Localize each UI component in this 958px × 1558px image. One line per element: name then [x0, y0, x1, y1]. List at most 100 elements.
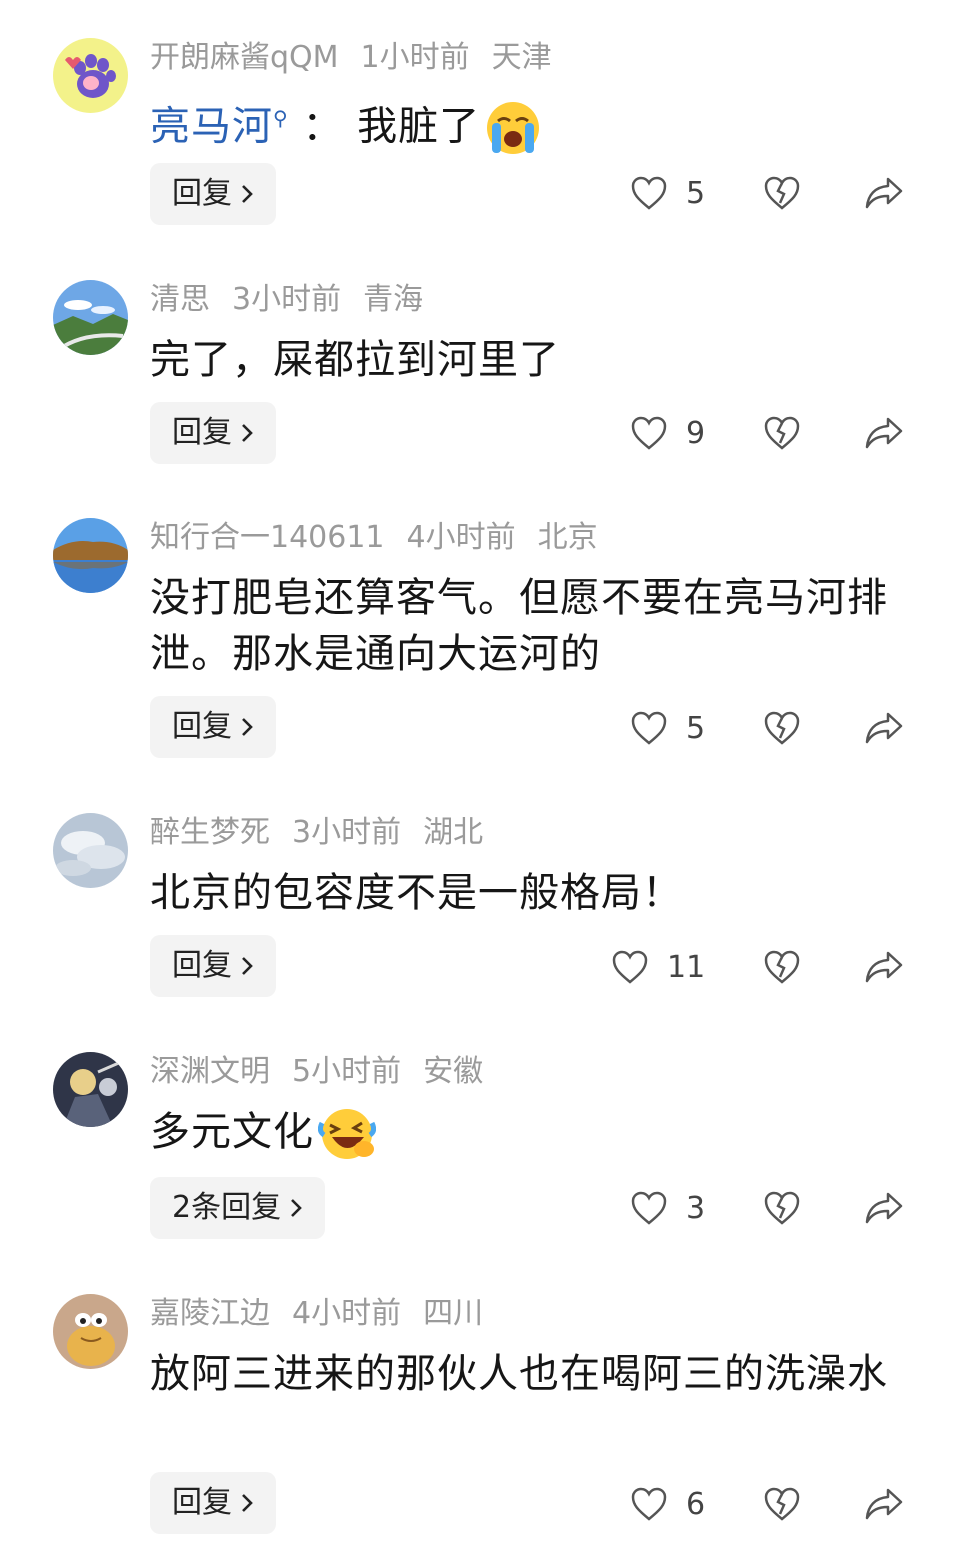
username[interactable]: 嘉陵江边 [150, 1296, 270, 1331]
location: 安徽 [423, 1054, 484, 1089]
landscape-avatar-icon [53, 280, 128, 355]
chevron-right-icon [289, 1197, 303, 1219]
comment-text: 北京的包容度不是一般格局！ [150, 870, 683, 916]
location: 青海 [363, 282, 424, 317]
reply-label: 回复 [172, 415, 232, 450]
topic-mention-link[interactable]: 亮马河 [150, 103, 273, 149]
reply-button[interactable]: 回复 [150, 1472, 276, 1534]
comment-text: 亮马河⚲ ： 我脏了 [150, 90, 890, 157]
share-arrow-icon [865, 417, 903, 449]
comment-meta: 知行合一140611 4小时前 北京 [150, 520, 620, 556]
reply-button[interactable]: 回复 [150, 935, 276, 997]
avatar[interactable] [53, 280, 128, 355]
like-action[interactable]: 5 [630, 710, 705, 746]
reply-button[interactable]: 2条回复 [150, 1177, 326, 1239]
anime-character-avatar-icon [53, 1052, 128, 1127]
reply-button[interactable]: 回复 [150, 402, 276, 464]
reply-label: 回复 [172, 948, 232, 983]
dislike-action[interactable] [763, 1190, 801, 1226]
search-icon: ⚲ [273, 106, 289, 130]
comment-meta: 醉生梦死 3小时前 湖北 [150, 815, 505, 851]
reply-label: 回复 [172, 1485, 232, 1520]
location: 北京 [537, 520, 598, 555]
reply-button[interactable]: 回复 [150, 696, 276, 758]
share-arrow-icon [865, 177, 903, 209]
share-arrow-icon [865, 1192, 903, 1224]
dislike-action[interactable] [763, 710, 801, 746]
username[interactable]: 知行合一140611 [150, 520, 385, 555]
like-count: 11 [667, 949, 706, 985]
comment-text: 多元文化 [150, 1104, 890, 1163]
avatar[interactable] [53, 1052, 128, 1127]
broken-heart-icon [764, 416, 800, 450]
heart-icon [631, 176, 667, 210]
heart-icon [612, 950, 648, 984]
like-action[interactable]: 11 [611, 949, 705, 985]
comment-meta: 深渊文明 5小时前 安徽 [150, 1054, 505, 1090]
comment-text: 完了，屎都拉到河里了 [150, 337, 560, 383]
reply-label: 回复 [172, 709, 232, 744]
comment-text: 没打肥皂还算客气。但愿不要在亮马河排泄。那水是通向大运河的 [150, 575, 888, 677]
username[interactable]: 醉生梦死 [150, 815, 270, 850]
heart-icon [631, 1487, 667, 1521]
heart-icon [631, 1191, 667, 1225]
share-arrow-icon [865, 1488, 903, 1520]
avatar[interactable] [53, 813, 128, 888]
like-count: 6 [686, 1486, 706, 1522]
reply-label: 2条回复 [172, 1190, 282, 1225]
broken-heart-icon [764, 711, 800, 745]
share-action[interactable] [864, 415, 904, 451]
share-action[interactable] [864, 175, 904, 211]
broken-heart-icon [764, 950, 800, 984]
broken-heart-icon [764, 1191, 800, 1225]
cloudy-sky-avatar-icon [53, 813, 128, 888]
like-action[interactable]: 9 [630, 415, 705, 451]
reply-button[interactable]: 回复 [150, 163, 276, 225]
paw-avatar-icon [53, 38, 128, 113]
dislike-action[interactable] [763, 175, 801, 211]
share-action[interactable] [864, 1190, 904, 1226]
chevron-right-icon [240, 716, 254, 738]
chevron-right-icon [240, 422, 254, 444]
share-arrow-icon [865, 712, 903, 744]
comment-body: 我脏了 [357, 103, 481, 150]
location: 天津 [491, 40, 552, 75]
timestamp: 3小时前 [292, 815, 402, 850]
like-action[interactable]: 6 [630, 1486, 705, 1522]
username[interactable]: 开朗麻酱qQM [150, 40, 339, 75]
share-arrow-icon [865, 951, 903, 983]
comment-meta: 清思 3小时前 青海 [150, 282, 445, 318]
dislike-action[interactable] [763, 415, 801, 451]
avatar[interactable] [53, 38, 128, 113]
timestamp: 5小时前 [292, 1054, 402, 1089]
avatar[interactable] [53, 518, 128, 593]
location: 四川 [423, 1296, 484, 1331]
broken-heart-icon [764, 1487, 800, 1521]
username[interactable]: 深渊文明 [150, 1054, 270, 1089]
avatar[interactable] [53, 1294, 128, 1369]
heart-icon [631, 416, 667, 450]
cartoon-creature-avatar-icon [53, 1294, 128, 1369]
like-count: 3 [686, 1190, 706, 1226]
share-action[interactable] [864, 710, 904, 746]
laughing-crying-face-emoji-icon [318, 1105, 376, 1163]
heart-icon [631, 711, 667, 745]
like-count: 9 [686, 415, 706, 451]
share-action[interactable] [864, 1486, 904, 1522]
dislike-action[interactable] [763, 1486, 801, 1522]
chevron-right-icon [240, 183, 254, 205]
comment-meta: 开朗麻酱qQM 1小时前 天津 [150, 40, 574, 76]
lake-avatar-icon [53, 518, 128, 593]
mention-separator: ： [302, 103, 344, 150]
comment-text: 放阿三进来的那伙人也在喝阿三的洗澡水 [150, 1351, 888, 1397]
like-action[interactable]: 3 [630, 1190, 705, 1226]
username[interactable]: 清思 [150, 282, 210, 317]
like-action[interactable]: 5 [630, 175, 705, 211]
reply-label: 回复 [172, 176, 232, 211]
crying-face-emoji-icon [484, 99, 542, 157]
timestamp: 1小时前 [360, 40, 470, 75]
dislike-action[interactable] [763, 949, 801, 985]
share-action[interactable] [864, 949, 904, 985]
broken-heart-icon [764, 176, 800, 210]
location: 湖北 [423, 815, 484, 850]
